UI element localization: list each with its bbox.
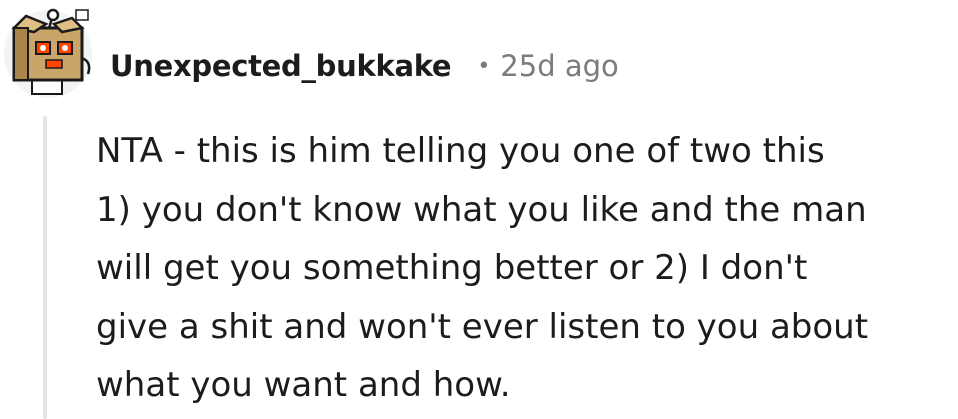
- comment-body-line: NTA - this is him telling you one of two…: [96, 131, 825, 171]
- meta-separator-dot: •: [477, 53, 491, 79]
- comment-body-line: will get you something better or 2) I do…: [96, 248, 808, 288]
- comment-body-line: give a shit and won't ever listen to you…: [96, 306, 869, 347]
- comment-meta: Unexpected_bukkake • 25d ago: [110, 44, 619, 88]
- thread-collapse-line[interactable]: [43, 116, 47, 419]
- comment-timestamp[interactable]: 25d ago: [500, 49, 618, 83]
- comment-body: NTA - this is him telling you one of two…: [96, 122, 946, 415]
- snoo-avatar-icon: [4, 8, 92, 98]
- comment-body-line: what you want and how.: [96, 365, 511, 405]
- comment-card: Unexpected_bukkake • 25d ago NTA - this …: [0, 0, 958, 419]
- comment-body-line: 1) you don't know what you like and the …: [96, 189, 867, 230]
- user-avatar[interactable]: [2, 2, 100, 100]
- author-username-link[interactable]: Unexpected_bukkake: [110, 49, 452, 83]
